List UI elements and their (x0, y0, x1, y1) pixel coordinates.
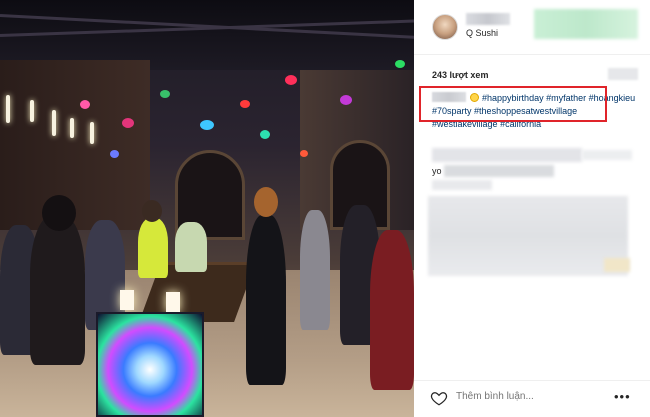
guest-head (42, 195, 76, 231)
view-count[interactable]: 243 lượt xem (432, 70, 488, 80)
left-wall (0, 60, 150, 230)
comment-input[interactable] (456, 391, 576, 402)
disco-light (80, 100, 90, 109)
guest (370, 230, 414, 390)
username-blurred[interactable] (466, 13, 510, 25)
comment-bar: ••• (414, 380, 650, 417)
post-panel: Q Sushi 243 lượt xem #happybirthday #myf… (414, 0, 650, 417)
candle (6, 95, 10, 123)
dancer (246, 215, 286, 385)
more-options-icon[interactable]: ••• (614, 389, 631, 404)
comment-blurred (432, 180, 492, 190)
candle (30, 100, 34, 122)
comment-blurred (432, 148, 582, 162)
comment-text: yo (432, 166, 442, 176)
comment-blurred (604, 258, 630, 272)
post-video[interactable] (0, 0, 414, 417)
guest (138, 218, 168, 278)
guest (30, 215, 85, 365)
comment-blurred (428, 196, 628, 276)
candle (90, 122, 94, 144)
post-location[interactable]: Q Sushi (466, 28, 498, 38)
disco-light (110, 150, 119, 158)
disco-light (300, 150, 308, 157)
candle (52, 110, 56, 136)
disco-light (285, 75, 297, 85)
timestamp-blurred (608, 68, 638, 80)
dancer-head (254, 187, 278, 217)
table-lamp (120, 290, 134, 310)
disco-light (395, 60, 405, 68)
disco-light-cube (96, 312, 204, 417)
comment-blurred (582, 150, 632, 160)
guest-head (142, 200, 162, 222)
disco-light (340, 95, 352, 105)
avatar[interactable] (432, 14, 458, 40)
disco-light (240, 100, 250, 108)
candle (70, 118, 74, 138)
disco-light (200, 120, 214, 130)
follow-area-blurred[interactable] (534, 9, 638, 39)
comment-blurred (444, 165, 554, 177)
header-divider (414, 54, 650, 55)
disco-light (160, 90, 170, 98)
guest (300, 210, 330, 330)
highlight-box (419, 86, 607, 122)
disco-light (260, 130, 270, 139)
table-lamp (166, 292, 180, 312)
heart-icon[interactable] (430, 389, 448, 407)
disco-light (122, 118, 134, 128)
guest (175, 222, 207, 272)
